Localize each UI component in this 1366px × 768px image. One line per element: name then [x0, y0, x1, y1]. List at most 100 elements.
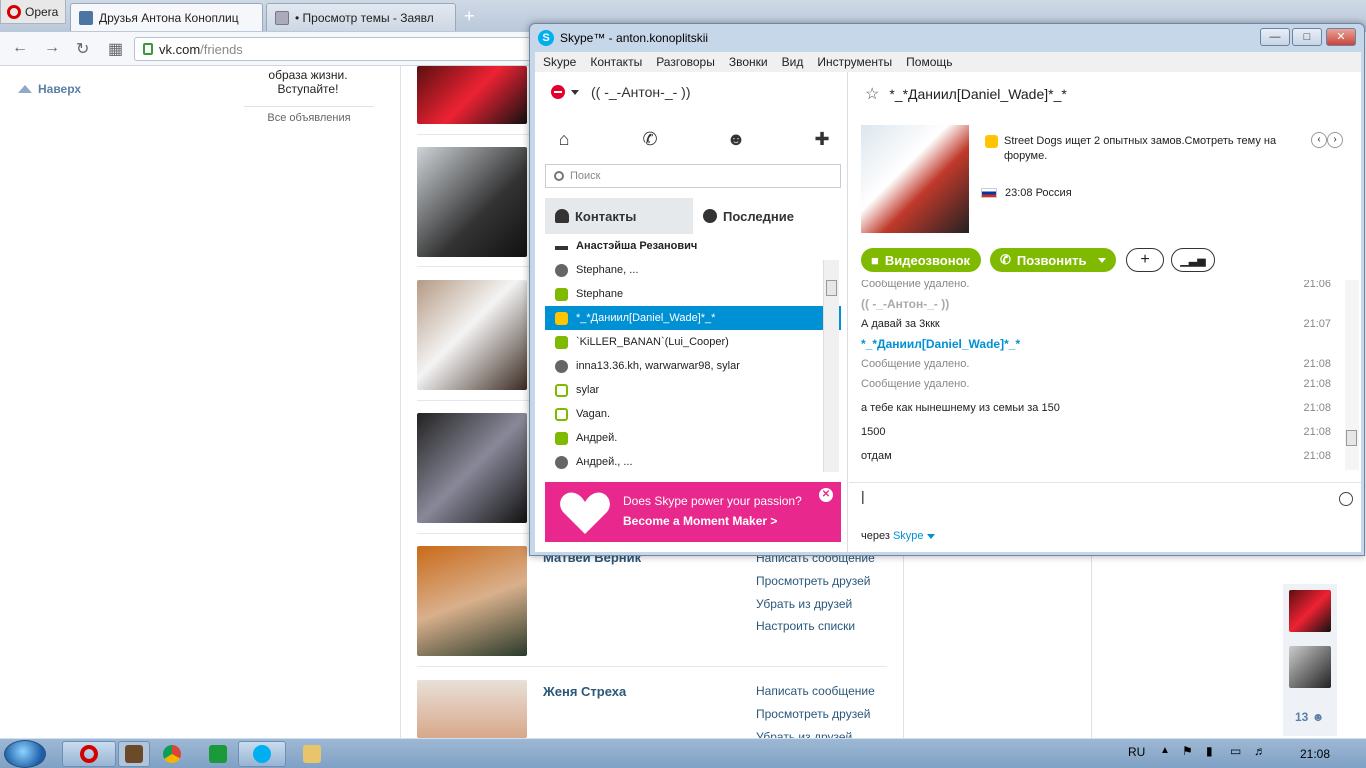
maximize-button[interactable]: □: [1292, 28, 1322, 46]
list-item[interactable]: Vagan.: [545, 402, 841, 426]
view-friends-link[interactable]: Просмотреть друзей: [756, 574, 870, 588]
favorite-star-icon[interactable]: ☆: [865, 84, 879, 104]
call-button[interactable]: ✆ Позвонить: [990, 248, 1116, 272]
minimize-button[interactable]: —: [1260, 28, 1290, 46]
url-field[interactable]: vk.com/friends: [134, 37, 534, 61]
online-count[interactable]: 13 ☻: [1295, 710, 1324, 724]
friend-avatar[interactable]: [417, 280, 527, 390]
tab-vk-friends[interactable]: Друзья Антона Коноплиц: [70, 3, 263, 31]
add-contact-icon[interactable]: ✚: [811, 128, 833, 150]
clock[interactable]: 21:08: [1300, 747, 1330, 761]
remove-friend-link[interactable]: Убрать из друзей: [756, 730, 852, 738]
contact-name: Анастэйша Резанович: [576, 240, 698, 252]
menu-help[interactable]: Помощь: [906, 55, 952, 69]
message-text: 1500: [861, 426, 886, 438]
promo-banner[interactable]: Does Skype power your passion? Become a …: [545, 482, 841, 542]
contact-list-scrollbar[interactable]: [823, 260, 839, 472]
message-time: 21:08: [1303, 402, 1331, 414]
language-indicator[interactable]: RU: [1128, 745, 1145, 759]
close-button[interactable]: ✕: [1326, 28, 1356, 46]
contact-name: Vagan.: [576, 408, 611, 420]
chevron-left-icon[interactable]: ‹: [1311, 132, 1327, 148]
new-tab-button[interactable]: +: [464, 6, 475, 27]
ad-text: образа жизни. Вступайте!: [268, 68, 348, 96]
menu-tools[interactable]: Инструменты: [817, 55, 892, 69]
list-item[interactable]: Андрей.: [545, 426, 841, 450]
volume-icon[interactable]: ♬: [1254, 744, 1266, 758]
skype-logo-icon: S: [538, 30, 554, 46]
home-icon[interactable]: ⌂: [553, 128, 575, 150]
taskbar-explorer[interactable]: [292, 741, 332, 767]
all-ads-link[interactable]: Все объявления: [244, 112, 374, 124]
scrollbar-thumb[interactable]: [826, 280, 837, 296]
online-friend-avatar[interactable]: [1289, 590, 1331, 632]
taskbar-opera[interactable]: [62, 741, 116, 767]
flag-icon[interactable]: ⚑: [1182, 744, 1193, 758]
list-item[interactable]: *_*Даниил[Daniel_Wade]*_*: [545, 306, 841, 330]
remove-friend-link[interactable]: Убрать из друзей: [756, 597, 852, 611]
opera-menu-button[interactable]: Opera: [0, 0, 66, 24]
menu-conversations[interactable]: Разговоры: [656, 55, 715, 69]
taskbar-app[interactable]: [202, 741, 234, 767]
mood-text: Street Dogs ищет 2 опытных замов.Смотрет…: [1004, 135, 1277, 162]
list-item[interactable]: Stephane: [545, 282, 841, 306]
chevron-right-icon[interactable]: ›: [1327, 132, 1343, 148]
device-icon[interactable]: ▮: [1206, 744, 1213, 758]
emoticon-icon[interactable]: [1339, 492, 1353, 506]
friend-avatar[interactable]: [417, 66, 527, 124]
camera-icon: ■: [871, 252, 879, 268]
online-friend-avatar[interactable]: [1289, 646, 1331, 688]
menu-contacts[interactable]: Контакты: [590, 55, 642, 69]
setup-lists-link[interactable]: Настроить списки: [756, 619, 855, 633]
user-status-menu[interactable]: (( -_-Антон-_- )): [551, 84, 691, 100]
friend-avatar[interactable]: [417, 680, 527, 738]
group-icon[interactable]: ☻: [725, 128, 747, 150]
contact-avatar[interactable]: [861, 125, 969, 233]
banner-link[interactable]: Become a Moment Maker >: [623, 514, 777, 528]
close-icon[interactable]: ✕: [819, 488, 833, 502]
back-icon[interactable]: ←: [12, 39, 28, 57]
menu-view[interactable]: Вид: [782, 55, 804, 69]
tray-expand-icon[interactable]: ▲: [1160, 745, 1170, 756]
send-via[interactable]: через Skype: [861, 530, 935, 542]
scroll-up-link[interactable]: Наверх: [18, 82, 81, 96]
friend-avatar[interactable]: [417, 147, 527, 257]
phone-icon[interactable]: ✆: [639, 128, 661, 150]
chat-scrollbar[interactable]: [1345, 280, 1359, 470]
chevron-down-icon: [926, 534, 935, 539]
search-input[interactable]: Поиск: [545, 164, 841, 188]
tab-contacts[interactable]: Контакты: [545, 198, 693, 234]
tab-forum-topic[interactable]: • Просмотр темы - Заявл: [266, 3, 456, 31]
list-item[interactable]: Stephane, ...: [545, 258, 841, 282]
network-icon[interactable]: ▭: [1230, 744, 1241, 758]
taskbar-app[interactable]: [118, 741, 150, 767]
list-item[interactable]: sylar: [545, 378, 841, 402]
friend-avatar[interactable]: [417, 546, 527, 656]
taskbar-chrome[interactable]: [156, 741, 188, 767]
forward-icon[interactable]: →: [44, 39, 60, 57]
list-item[interactable]: Анастэйша Резанович: [545, 234, 841, 258]
conversation-pane: ☆ *_*Даниил[Daniel_Wade]*_* Street Dogs …: [849, 72, 1361, 552]
scrollbar-thumb[interactable]: [1346, 430, 1357, 446]
taskbar-skype[interactable]: [238, 741, 286, 767]
friend-name[interactable]: Женя Стреха: [543, 684, 626, 699]
start-button[interactable]: [4, 740, 46, 768]
menu-skype[interactable]: Skype: [543, 55, 576, 69]
message-time: 21:07: [1303, 318, 1331, 330]
view-friends-link[interactable]: Просмотреть друзей: [756, 707, 870, 721]
message-input[interactable]: |: [861, 488, 1331, 518]
speed-dial-icon[interactable]: ▦: [108, 39, 123, 59]
tab-recent[interactable]: Последние: [693, 198, 841, 234]
call-quality-button[interactable]: ▁▃▅: [1171, 248, 1215, 272]
list-item[interactable]: inna13.36.kh, warwarwar98, sylar: [545, 354, 841, 378]
contact-name: inna13.36.kh, warwarwar98, sylar: [576, 360, 740, 372]
chevron-down-icon[interactable]: [1098, 257, 1106, 263]
friend-avatar[interactable]: [417, 413, 527, 523]
menu-calls[interactable]: Звонки: [729, 55, 768, 69]
list-item[interactable]: Андрей., ...: [545, 450, 841, 474]
video-call-button[interactable]: ■ Видеозвонок: [861, 248, 981, 272]
write-message-link[interactable]: Написать сообщение: [756, 684, 875, 698]
add-button[interactable]: +: [1126, 248, 1164, 272]
reload-icon[interactable]: ↻: [76, 39, 89, 59]
list-item[interactable]: `KiLLER_BANAN`(Lui_Cooper): [545, 330, 841, 354]
